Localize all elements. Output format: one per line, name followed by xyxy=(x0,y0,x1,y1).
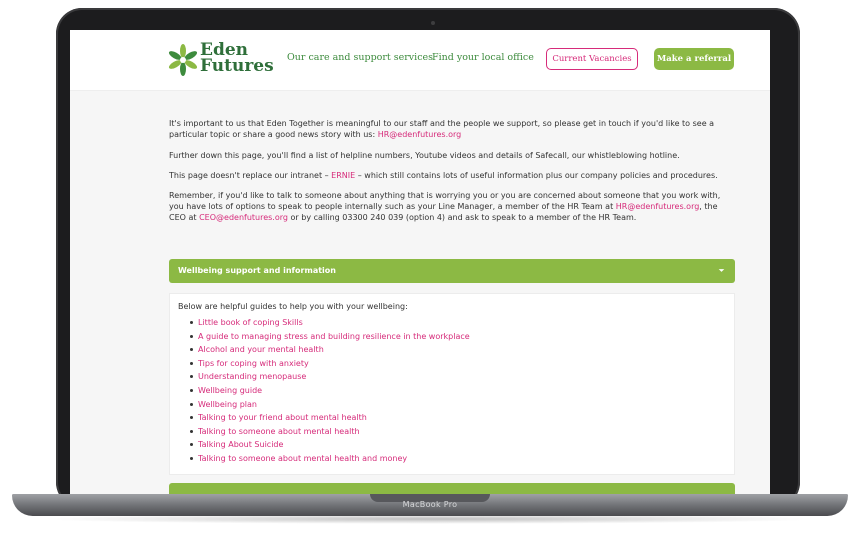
accordion-title: Wellbeing support and information xyxy=(178,266,336,275)
guide-link[interactable]: Wellbeing guide xyxy=(190,384,470,398)
intro-paragraph-1: It's important to us that Eden Together … xyxy=(169,118,735,140)
camera-icon xyxy=(431,21,435,25)
hr-email-link-2[interactable]: HR@edenfutures.org xyxy=(616,202,700,211)
logo-wordmark: Eden Futures xyxy=(200,42,274,76)
wellbeing-accordion-header[interactable]: Wellbeing support and information xyxy=(169,259,735,283)
nav-local-office[interactable]: Find your local office xyxy=(432,52,534,63)
guide-link[interactable]: Wellbeing plan xyxy=(190,398,470,412)
guide-link[interactable]: Talking to someone about mental health a… xyxy=(190,452,470,466)
next-accordion-header[interactable] xyxy=(169,483,735,494)
guide-link[interactable]: A guide to managing stress and building … xyxy=(190,330,470,344)
ernie-link[interactable]: ERNIE xyxy=(331,171,355,180)
chevron-down-icon xyxy=(718,269,725,272)
wellbeing-accordion-panel: Below are helpful guides to help you wit… xyxy=(169,293,735,475)
panel-intro-text: Below are helpful guides to help you wit… xyxy=(178,302,408,311)
guide-link[interactable]: Talking to your friend about mental heal… xyxy=(190,411,470,425)
hr-email-link[interactable]: HR@edenfutures.org xyxy=(378,130,462,139)
site-logo[interactable]: Eden Futures xyxy=(168,42,278,80)
guide-link[interactable]: Tips for coping with anxiety xyxy=(190,357,470,371)
guide-link[interactable]: Alcohol and your mental health xyxy=(190,343,470,357)
ceo-email-link[interactable]: CEO@edenfutures.org xyxy=(199,213,288,222)
browser-screen: Eden Futures Our care and support servic… xyxy=(70,30,770,494)
site-header: Eden Futures Our care and support servic… xyxy=(70,30,770,91)
guide-link[interactable]: Little book of coping Skills xyxy=(190,316,470,330)
guide-link[interactable]: Talking to someone about mental health xyxy=(190,425,470,439)
intro-paragraph-2: Further down this page, you'll find a li… xyxy=(169,151,680,160)
intro-paragraph-3: This page doesn't replace our intranet –… xyxy=(169,170,735,181)
leaf-star-icon xyxy=(168,44,198,76)
guide-link[interactable]: Talking About Suicide xyxy=(190,438,470,452)
current-vacancies-button[interactable]: Current Vacancies xyxy=(546,48,638,70)
intro-paragraph-4: Remember, if you'd like to talk to someo… xyxy=(169,190,735,223)
device-label: MacBook Pro xyxy=(402,500,458,509)
guide-link[interactable]: Understanding menopause xyxy=(190,370,470,384)
intro-p3-after: – which still contains lots of useful in… xyxy=(357,171,718,180)
intro-p3-before: This page doesn't replace our intranet – xyxy=(169,171,329,180)
logo-line-2: Futures xyxy=(200,56,274,76)
nav-care-services[interactable]: Our care and support services xyxy=(287,52,433,63)
make-referral-button[interactable]: Make a referral xyxy=(654,48,734,70)
intro-p4-after: or by calling 03300 240 039 (option 4) a… xyxy=(290,213,637,222)
wellbeing-guides-list: Little book of coping Skills A guide to … xyxy=(190,316,470,466)
